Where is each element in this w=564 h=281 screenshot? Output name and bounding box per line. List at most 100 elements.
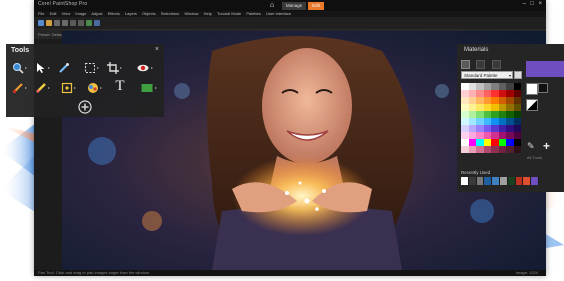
menu-window[interactable]: Window	[184, 11, 198, 16]
color-swatch[interactable]	[461, 146, 469, 153]
rectangle-tool-icon[interactable]	[141, 82, 153, 94]
new-file-icon[interactable]	[38, 20, 44, 26]
color-swatch[interactable]	[476, 111, 484, 118]
chevron-down-icon[interactable]: ▸	[120, 65, 124, 71]
color-swatch[interactable]	[461, 125, 469, 132]
color-swatch[interactable]	[506, 111, 514, 118]
tab-edit[interactable]: Edit	[308, 2, 324, 10]
color-swatch[interactable]	[468, 104, 476, 111]
color-swatch[interactable]	[491, 146, 499, 153]
color-swatch[interactable]	[476, 146, 484, 153]
color-swatch[interactable]	[468, 90, 476, 97]
menu-layers[interactable]: Layers	[125, 11, 137, 16]
color-swatch[interactable]	[506, 132, 514, 139]
color-swatch[interactable]	[461, 111, 469, 118]
color-swatch[interactable]	[483, 125, 491, 132]
color-swatch[interactable]	[513, 132, 521, 139]
print-icon[interactable]	[62, 20, 68, 26]
color-swatch-grid[interactable]	[461, 83, 521, 153]
color-swatch[interactable]	[498, 83, 506, 90]
color-swatch[interactable]	[491, 104, 499, 111]
color-swatch[interactable]	[513, 146, 521, 153]
color-swatch[interactable]	[461, 90, 469, 97]
color-swatch[interactable]	[483, 83, 491, 90]
menu-palettes[interactable]: Palettes	[246, 11, 260, 16]
color-swatch[interactable]	[491, 111, 499, 118]
foreground-color-swatch[interactable]	[526, 61, 564, 77]
chevron-down-icon[interactable]: ▸	[25, 85, 29, 91]
recent-color-swatch[interactable]	[507, 177, 516, 185]
close-window-icon[interactable]: ×	[538, 1, 542, 7]
pick-tool-icon[interactable]	[35, 62, 47, 74]
color-swatch[interactable]	[498, 146, 506, 153]
color-swatch[interactable]	[491, 118, 499, 125]
menu-objects[interactable]: Objects	[142, 11, 156, 16]
color-swatch[interactable]	[491, 83, 499, 90]
color-swatch[interactable]	[461, 97, 469, 104]
recent-color-swatch[interactable]	[515, 177, 524, 185]
scratch-remover-tool-icon[interactable]	[35, 82, 47, 94]
menu-image[interactable]: Image	[75, 11, 86, 16]
palette-select[interactable]: Standard Palette ▾	[461, 71, 513, 79]
recent-color-swatch[interactable]	[499, 177, 508, 185]
color-swatch[interactable]	[491, 90, 499, 97]
eyedropper-tool-icon[interactable]	[58, 62, 70, 74]
tab-rainbow[interactable]	[476, 60, 486, 69]
tools-panel-close-icon[interactable]: ×	[155, 46, 159, 53]
palette-options-button[interactable]	[514, 71, 522, 79]
color-swatch[interactable]	[491, 139, 499, 146]
color-swatch[interactable]	[483, 104, 491, 111]
color-swatch[interactable]	[491, 132, 499, 139]
color-swatch[interactable]	[468, 125, 476, 132]
color-swatch[interactable]	[476, 90, 484, 97]
color-swatch[interactable]	[468, 118, 476, 125]
redo-icon[interactable]	[78, 20, 84, 26]
chevron-down-icon[interactable]: ▸	[97, 65, 101, 71]
recent-color-swatch[interactable]	[476, 177, 485, 185]
clone-tool-icon[interactable]	[61, 82, 73, 94]
color-swatch[interactable]	[461, 104, 469, 111]
home-tab-icon[interactable]: ⌂	[268, 2, 276, 10]
color-swatch[interactable]	[483, 146, 491, 153]
paintbrush-tool-icon[interactable]	[12, 82, 24, 94]
recent-color-swatch[interactable]	[523, 177, 532, 185]
color-swatch[interactable]	[468, 97, 476, 104]
background-color-swatch[interactable]	[526, 83, 538, 95]
text-tool-icon[interactable]: T	[114, 78, 126, 94]
fill-tool-icon[interactable]	[87, 82, 99, 94]
color-swatch[interactable]	[498, 97, 506, 104]
color-swatch[interactable]	[498, 111, 506, 118]
color-swatch[interactable]	[506, 146, 514, 153]
recent-color-swatch[interactable]	[484, 177, 493, 185]
redeye-tool-icon[interactable]	[137, 62, 149, 74]
menu-effects[interactable]: Effects	[108, 11, 120, 16]
tab-manage[interactable]: Manage	[282, 2, 306, 10]
color-swatch[interactable]	[461, 83, 469, 90]
tab-swatches[interactable]	[461, 60, 470, 69]
color-swatch[interactable]	[461, 139, 469, 146]
color-swatch[interactable]	[491, 125, 499, 132]
menu-file[interactable]: File	[38, 11, 44, 16]
color-swatch[interactable]	[476, 83, 484, 90]
color-swatch[interactable]	[476, 139, 484, 146]
color-swatch[interactable]	[506, 90, 514, 97]
chevron-down-icon[interactable]: ▸	[25, 65, 29, 71]
zoom-tool-icon[interactable]	[12, 62, 24, 74]
color-swatch[interactable]	[513, 83, 521, 90]
menu-user-interface[interactable]: User Interface	[266, 11, 291, 16]
color-swatch[interactable]	[468, 83, 476, 90]
open-file-icon[interactable]	[46, 20, 52, 26]
color-swatch[interactable]	[513, 118, 521, 125]
color-swatch[interactable]	[498, 139, 506, 146]
color-swatch[interactable]	[498, 118, 506, 125]
chevron-down-icon[interactable]: ▸	[74, 85, 78, 91]
color-swatch[interactable]	[468, 139, 476, 146]
color-swatch[interactable]	[468, 146, 476, 153]
chevron-down-icon[interactable]: ▸	[48, 65, 52, 71]
color-swatch[interactable]	[506, 125, 514, 132]
adjust-icon[interactable]	[86, 20, 92, 26]
minimize-icon[interactable]: –	[523, 1, 526, 7]
color-swatch[interactable]	[513, 97, 521, 104]
color-swatch[interactable]	[483, 139, 491, 146]
color-swatch[interactable]	[483, 118, 491, 125]
